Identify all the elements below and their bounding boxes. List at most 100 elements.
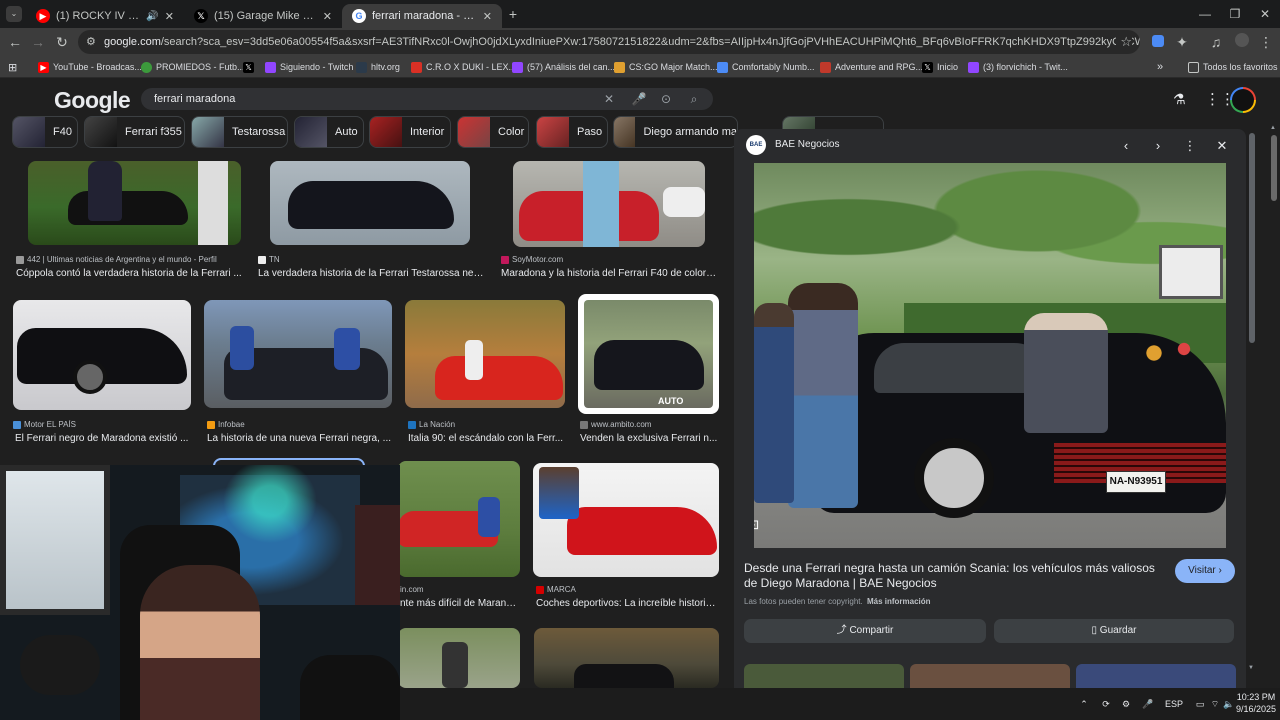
new-tab-button[interactable]: +	[505, 6, 521, 22]
image-result[interactable]: MARCA Coches deportivos: La increíble hi…	[533, 461, 723, 611]
result-image[interactable]: AUTO	[578, 294, 719, 414]
site-logo[interactable]: BAE	[746, 135, 766, 155]
result-image[interactable]	[13, 300, 191, 410]
result-title[interactable]: Desde una Ferrari negra hasta un camión …	[744, 561, 1164, 591]
page-scrollbar[interactable]: ▲	[1268, 123, 1280, 677]
result-caption[interactable]: La historia de una nueva Ferrari negra, …	[207, 433, 393, 444]
chip-color[interactable]: Color	[457, 116, 529, 148]
bookmark-x[interactable]: 𝕏	[243, 59, 258, 75]
result-caption[interactable]: Venden la exclusiva Ferrari n...	[580, 433, 720, 444]
bookmark-star-icon[interactable]: ☆	[1116, 34, 1132, 50]
tray-app-icon[interactable]: ⟳	[1098, 696, 1114, 712]
reload-button[interactable]: ↻	[52, 32, 72, 52]
bookmark-twitch-following[interactable]: Siguiendo - Twitch	[265, 59, 353, 75]
more-options-icon[interactable]: ⋮	[1181, 137, 1199, 155]
search-icon[interactable]: ⌕	[685, 88, 703, 110]
result-caption[interactable]: Italia 90: el escándalo con la Ferr...	[408, 433, 566, 444]
previous-icon[interactable]: ‹	[1117, 137, 1135, 155]
chip-f40[interactable]: F40	[12, 116, 78, 148]
site-name[interactable]: BAE Negocios	[775, 139, 839, 150]
scroll-thumb[interactable]	[1271, 135, 1277, 201]
tab-search-button[interactable]: ⌄	[6, 6, 22, 22]
lens-search-icon[interactable]: ⊡	[754, 513, 766, 537]
speaker-icon[interactable]: 🔊	[146, 11, 158, 22]
chip-ferrari-f355[interactable]: Ferrari f355	[84, 116, 185, 148]
puzzle-icon[interactable]: ✦	[1172, 32, 1192, 52]
profile-avatar[interactable]	[1232, 32, 1252, 52]
bookmark-adventure-rpg[interactable]: Adventure and RPG...	[820, 59, 923, 75]
related-thumbnail[interactable]	[910, 664, 1070, 688]
close-icon[interactable]: ✕	[483, 10, 492, 23]
result-image[interactable]	[204, 300, 392, 408]
result-image[interactable]	[270, 161, 470, 245]
bookmarks-overflow-icon[interactable]: »	[1157, 59, 1163, 75]
account-avatar[interactable]	[1230, 87, 1256, 113]
result-caption[interactable]: Coches deportivos: La increíble historia…	[536, 598, 719, 609]
tab-google-search[interactable]: G ferrari maradona - Buscar con G ✕	[342, 4, 502, 28]
microphone-icon[interactable]: 🎤	[630, 88, 648, 110]
panel-scrollbar[interactable]: ▼	[1248, 129, 1256, 677]
close-icon[interactable]: ✕	[323, 10, 332, 23]
chip-auto[interactable]: Auto	[294, 116, 364, 148]
image-result[interactable]	[398, 628, 520, 688]
result-caption[interactable]: La verdadera historia de la Ferrari Test…	[258, 268, 484, 279]
clear-search-icon[interactable]: ✕	[600, 88, 618, 110]
microphone-tray-icon[interactable]: 🎤	[1140, 696, 1156, 712]
bookmark-analisis[interactable]: (57) Análisis del can...	[512, 59, 615, 75]
result-image[interactable]	[28, 161, 241, 245]
media-icon[interactable]: ♫	[1206, 32, 1226, 52]
preview-image[interactable]: NA-N93951 ⊡	[754, 163, 1226, 548]
minimize-button[interactable]: —	[1188, 4, 1222, 24]
language-indicator[interactable]: ESP	[1162, 696, 1186, 712]
menu-kebab-icon[interactable]: ⋮	[1256, 32, 1276, 52]
result-image[interactable]	[405, 300, 565, 408]
result-caption[interactable]: nte más difícil de Marane...	[400, 598, 520, 609]
bookmark-youtube[interactable]: ▶ YouTube - Broadcas...	[38, 59, 142, 75]
chip-interior[interactable]: Interior	[369, 116, 451, 148]
tab-youtube[interactable]: ▶ (1) ROCKY IV - Robert Tepp 🔊 ✕	[26, 4, 184, 28]
image-result[interactable]: La Nación Italia 90: el escándalo con la…	[405, 300, 570, 450]
bookmark-comfortably-numb[interactable]: Comfortably Numb...	[717, 59, 815, 75]
tab-x[interactable]: 𝕏 (15) Garage Mike 𝔯𝔯 en X: "#ferr ✕	[184, 4, 342, 28]
scroll-up-icon[interactable]: ▲	[1270, 125, 1276, 131]
tray-overflow-icon[interactable]: ⌃	[1076, 696, 1092, 712]
back-button[interactable]: ←	[5, 32, 25, 52]
scroll-down-icon[interactable]: ▼	[1248, 665, 1254, 671]
close-icon[interactable]: ✕	[165, 10, 174, 23]
network-icon[interactable]: ▭	[1192, 696, 1208, 712]
labs-flask-icon[interactable]: ⚗	[1173, 91, 1186, 108]
site-info-icon[interactable]: ⚙	[86, 35, 96, 48]
image-result[interactable]: 442 | Ultimas noticias de Argentina y el…	[13, 161, 243, 281]
result-caption[interactable]: Maradona y la historia del Ferrari F40 d…	[501, 268, 717, 279]
bookmark-hltv[interactable]: hltv.org	[356, 59, 400, 75]
image-result[interactable]	[534, 628, 719, 688]
chip-paso[interactable]: Paso	[536, 116, 608, 148]
wifi-icon[interactable]: ⌔	[1208, 696, 1222, 712]
bookmark-florvichich[interactable]: (3) florvichich - Twit...	[968, 59, 1068, 75]
apps-grid-icon[interactable]: ⊞	[8, 59, 17, 75]
search-input[interactable]: ferrari maradona	[141, 88, 713, 110]
lens-icon[interactable]: ⊙	[657, 88, 675, 110]
scroll-thumb[interactable]	[1249, 133, 1255, 343]
save-button[interactable]: ▯ Guardar	[994, 619, 1234, 643]
bookmark-duki[interactable]: C.R.O X DUKI - LEX...	[411, 59, 516, 75]
restore-button[interactable]: ❐	[1218, 4, 1252, 24]
image-result[interactable]: SoyMotor.com Maradona y la historia del …	[498, 161, 718, 281]
result-caption[interactable]: Cóppola contó la verdadera historia de l…	[16, 268, 244, 279]
forward-button[interactable]: →	[28, 32, 48, 52]
result-image[interactable]	[533, 463, 719, 577]
result-image[interactable]	[398, 628, 520, 688]
chip-diego-armando[interactable]: Diego armando ma	[613, 116, 738, 148]
bookmark-promiedos[interactable]: PROMIEDOS - Futb...	[141, 59, 245, 75]
address-bar[interactable]: ⚙ google.com/search?sca_esv=3dd5e06a0055…	[78, 30, 1140, 54]
share-button[interactable]: ⤴ Compartir	[744, 619, 986, 643]
image-result[interactable]: Motor EL PAÍS El Ferrari negro de Marado…	[13, 300, 193, 450]
image-result[interactable]: Infobae La historia de una nueva Ferrari…	[204, 300, 394, 450]
related-thumbnail[interactable]	[1076, 664, 1236, 688]
result-image[interactable]	[398, 461, 520, 577]
bookmark-inicio[interactable]: 𝕏 Inicio	[922, 59, 958, 75]
related-thumbnail[interactable]	[744, 664, 904, 688]
result-caption[interactable]: El Ferrari negro de Maradona existió ...	[15, 433, 191, 444]
all-bookmarks[interactable]: Todos los favoritos	[1188, 59, 1278, 75]
next-icon[interactable]: ›	[1149, 137, 1167, 155]
